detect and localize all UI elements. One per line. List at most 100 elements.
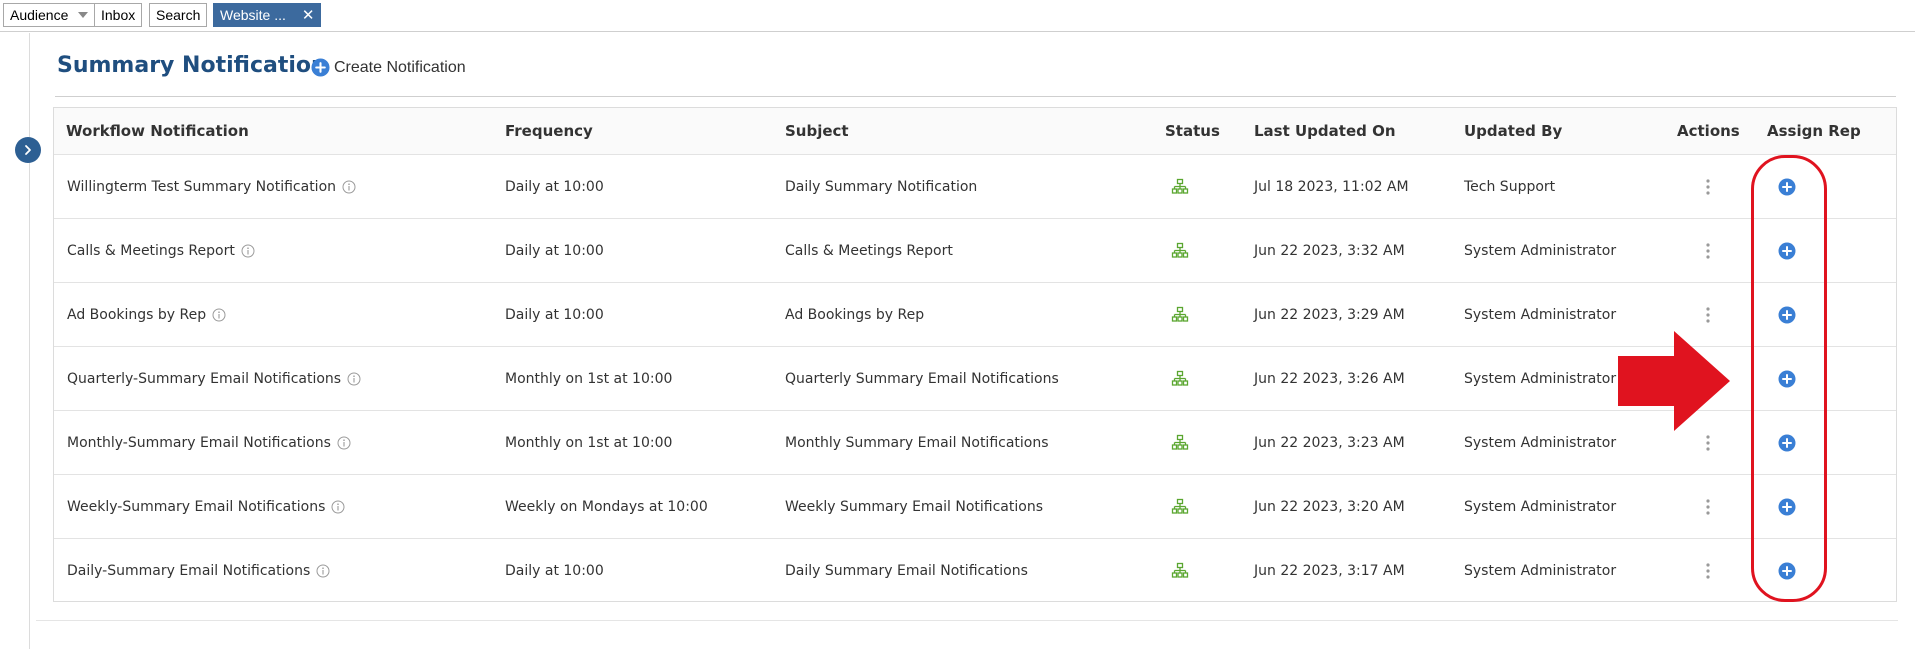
workflow-hierarchy-icon[interactable] [1171,178,1189,196]
updated-by-cell: System Administrator [1464,434,1617,451]
close-tab-icon[interactable]: ✕ [302,6,315,24]
updated-by-cell: System Administrator [1464,370,1617,387]
workflow-notification-cell[interactable]: Monthly-Summary Email Notifications [67,411,351,474]
subject-cell: Weekly Summary Email Notifications [785,498,1044,515]
workflow-notification-cell[interactable]: Calls & Meetings Report [67,219,255,282]
status-cell [1171,283,1189,346]
table-row: Daily-Summary Email Notifications Daily … [54,539,1896,603]
frequency-cell: Daily at 10:00 [505,306,604,323]
last-updated-on-cell: Jun 22 2023, 3:29 AM [1254,306,1405,323]
table-row: Weekly-Summary Email Notifications Weekl… [54,475,1896,539]
column-header-status[interactable]: Status [1165,108,1220,154]
workflow-notification-name[interactable]: Daily-Summary Email Notifications [67,563,310,579]
column-header-frequency[interactable]: Frequency [505,108,593,154]
frequency-cell: Monthly on 1st at 10:00 [505,370,673,387]
plus-circle-icon [311,58,330,77]
subject-cell: Calls & Meetings Report [785,242,953,259]
tab-search[interactable]: Search [149,3,208,27]
tab-label: Inbox [101,7,136,23]
updated-by-cell: System Administrator [1464,563,1617,579]
subject-cell: Daily Summary Notification [785,178,978,195]
kebab-menu-icon[interactable] [1706,498,1710,515]
tab-audience[interactable]: Audience [3,3,96,27]
red-arrow-annotation-icon [1618,331,1730,431]
info-circle-icon[interactable] [316,564,330,578]
kebab-menu-icon[interactable] [1706,306,1710,323]
kebab-menu-icon[interactable] [1706,242,1710,259]
workflow-hierarchy-icon[interactable] [1171,562,1189,580]
tab-label: Website ... [220,7,286,23]
highlight-annotation [1751,155,1827,602]
status-cell [1171,411,1189,474]
subject-cell: Daily Summary Email Notifications [785,563,1028,579]
actions-cell [1706,539,1710,603]
bottom-divider [36,620,1898,621]
status-cell [1171,347,1189,410]
frequency-cell: Daily at 10:00 [505,242,604,259]
kebab-menu-icon[interactable] [1706,434,1710,451]
column-header-assign-rep: Assign Rep [1767,122,1861,140]
column-header-subject[interactable]: Subject [785,108,849,154]
expand-sidebar-button[interactable] [15,137,41,163]
tab-label: Audience [10,7,69,23]
column-header-actions: Actions [1677,122,1740,140]
workflow-notification-cell[interactable]: Ad Bookings by Rep [67,283,226,346]
updated-by-cell: System Administrator [1464,498,1617,515]
last-updated-on-cell: Jul 18 2023, 11:02 AM [1254,178,1409,195]
actions-cell [1706,155,1710,218]
workflow-hierarchy-icon[interactable] [1171,498,1189,516]
kebab-menu-icon[interactable] [1706,178,1710,195]
info-circle-icon[interactable] [331,500,345,514]
tab-inbox[interactable]: Inbox [94,3,143,27]
workflow-hierarchy-icon[interactable] [1171,434,1189,452]
tab-label: Search [156,7,201,23]
table-row: Willingterm Test Summary Notification Da… [54,155,1896,219]
subject-cell: Monthly Summary Email Notifications [785,434,1049,451]
dropdown-caret-icon[interactable] [78,12,89,18]
status-cell [1171,155,1189,218]
updated-by-cell: System Administrator [1464,306,1617,323]
info-circle-icon[interactable] [347,372,361,386]
column-header-last-updated-on[interactable]: Last Updated On [1254,108,1396,154]
workflow-hierarchy-icon[interactable] [1171,242,1189,260]
info-circle-icon[interactable] [212,308,226,322]
actions-cell [1706,475,1710,538]
last-updated-on-cell: Jun 22 2023, 3:20 AM [1254,498,1405,515]
workflow-notification-cell[interactable]: Weekly-Summary Email Notifications [67,475,345,538]
frequency-cell: Daily at 10:00 [505,563,604,579]
last-updated-on-cell: Jun 22 2023, 3:26 AM [1254,370,1405,387]
column-header-workflow-notification[interactable]: Workflow Notification [66,108,249,154]
last-updated-on-cell: Jun 22 2023, 3:32 AM [1254,242,1405,259]
create-notification-label: Create Notification [334,58,466,76]
header-divider [55,96,1896,97]
frequency-cell: Monthly on 1st at 10:00 [505,434,673,451]
last-updated-on-cell: Jun 22 2023, 3:23 AM [1254,434,1405,451]
updated-by-cell: Tech Support [1464,178,1556,195]
actions-cell [1706,219,1710,282]
workflow-hierarchy-icon[interactable] [1171,370,1189,388]
info-circle-icon[interactable] [241,244,255,258]
workflow-notification-cell[interactable]: Willingterm Test Summary Notification [67,155,356,218]
workflow-notification-name[interactable]: Calls & Meetings Report [67,243,235,259]
updated-by-cell: System Administrator [1464,242,1617,259]
status-cell [1171,219,1189,282]
frequency-cell: Daily at 10:00 [505,178,604,195]
workflow-notification-name[interactable]: Quarterly-Summary Email Notifications [67,371,341,387]
workflow-notification-name[interactable]: Weekly-Summary Email Notifications [67,499,325,515]
workflow-notification-name[interactable]: Ad Bookings by Rep [67,307,206,323]
info-circle-icon[interactable] [337,436,351,450]
create-notification-button[interactable]: Create Notification [311,58,466,77]
column-header-updated-by[interactable]: Updated By [1464,108,1562,154]
workflow-notification-name[interactable]: Willingterm Test Summary Notification [67,179,336,195]
tab-website[interactable]: Website ... ✕ [213,3,322,27]
workflow-hierarchy-icon[interactable] [1171,306,1189,324]
status-cell [1171,539,1189,603]
last-updated-on-cell: Jun 22 2023, 3:17 AM [1254,563,1405,579]
subject-cell: Ad Bookings by Rep [785,306,925,323]
kebab-menu-icon[interactable] [1706,563,1710,579]
status-cell [1171,475,1189,538]
workflow-notification-name[interactable]: Monthly-Summary Email Notifications [67,435,331,451]
workflow-notification-cell[interactable]: Quarterly-Summary Email Notifications [67,347,361,410]
info-circle-icon[interactable] [342,180,356,194]
workflow-notification-cell[interactable]: Daily-Summary Email Notifications [67,539,330,603]
